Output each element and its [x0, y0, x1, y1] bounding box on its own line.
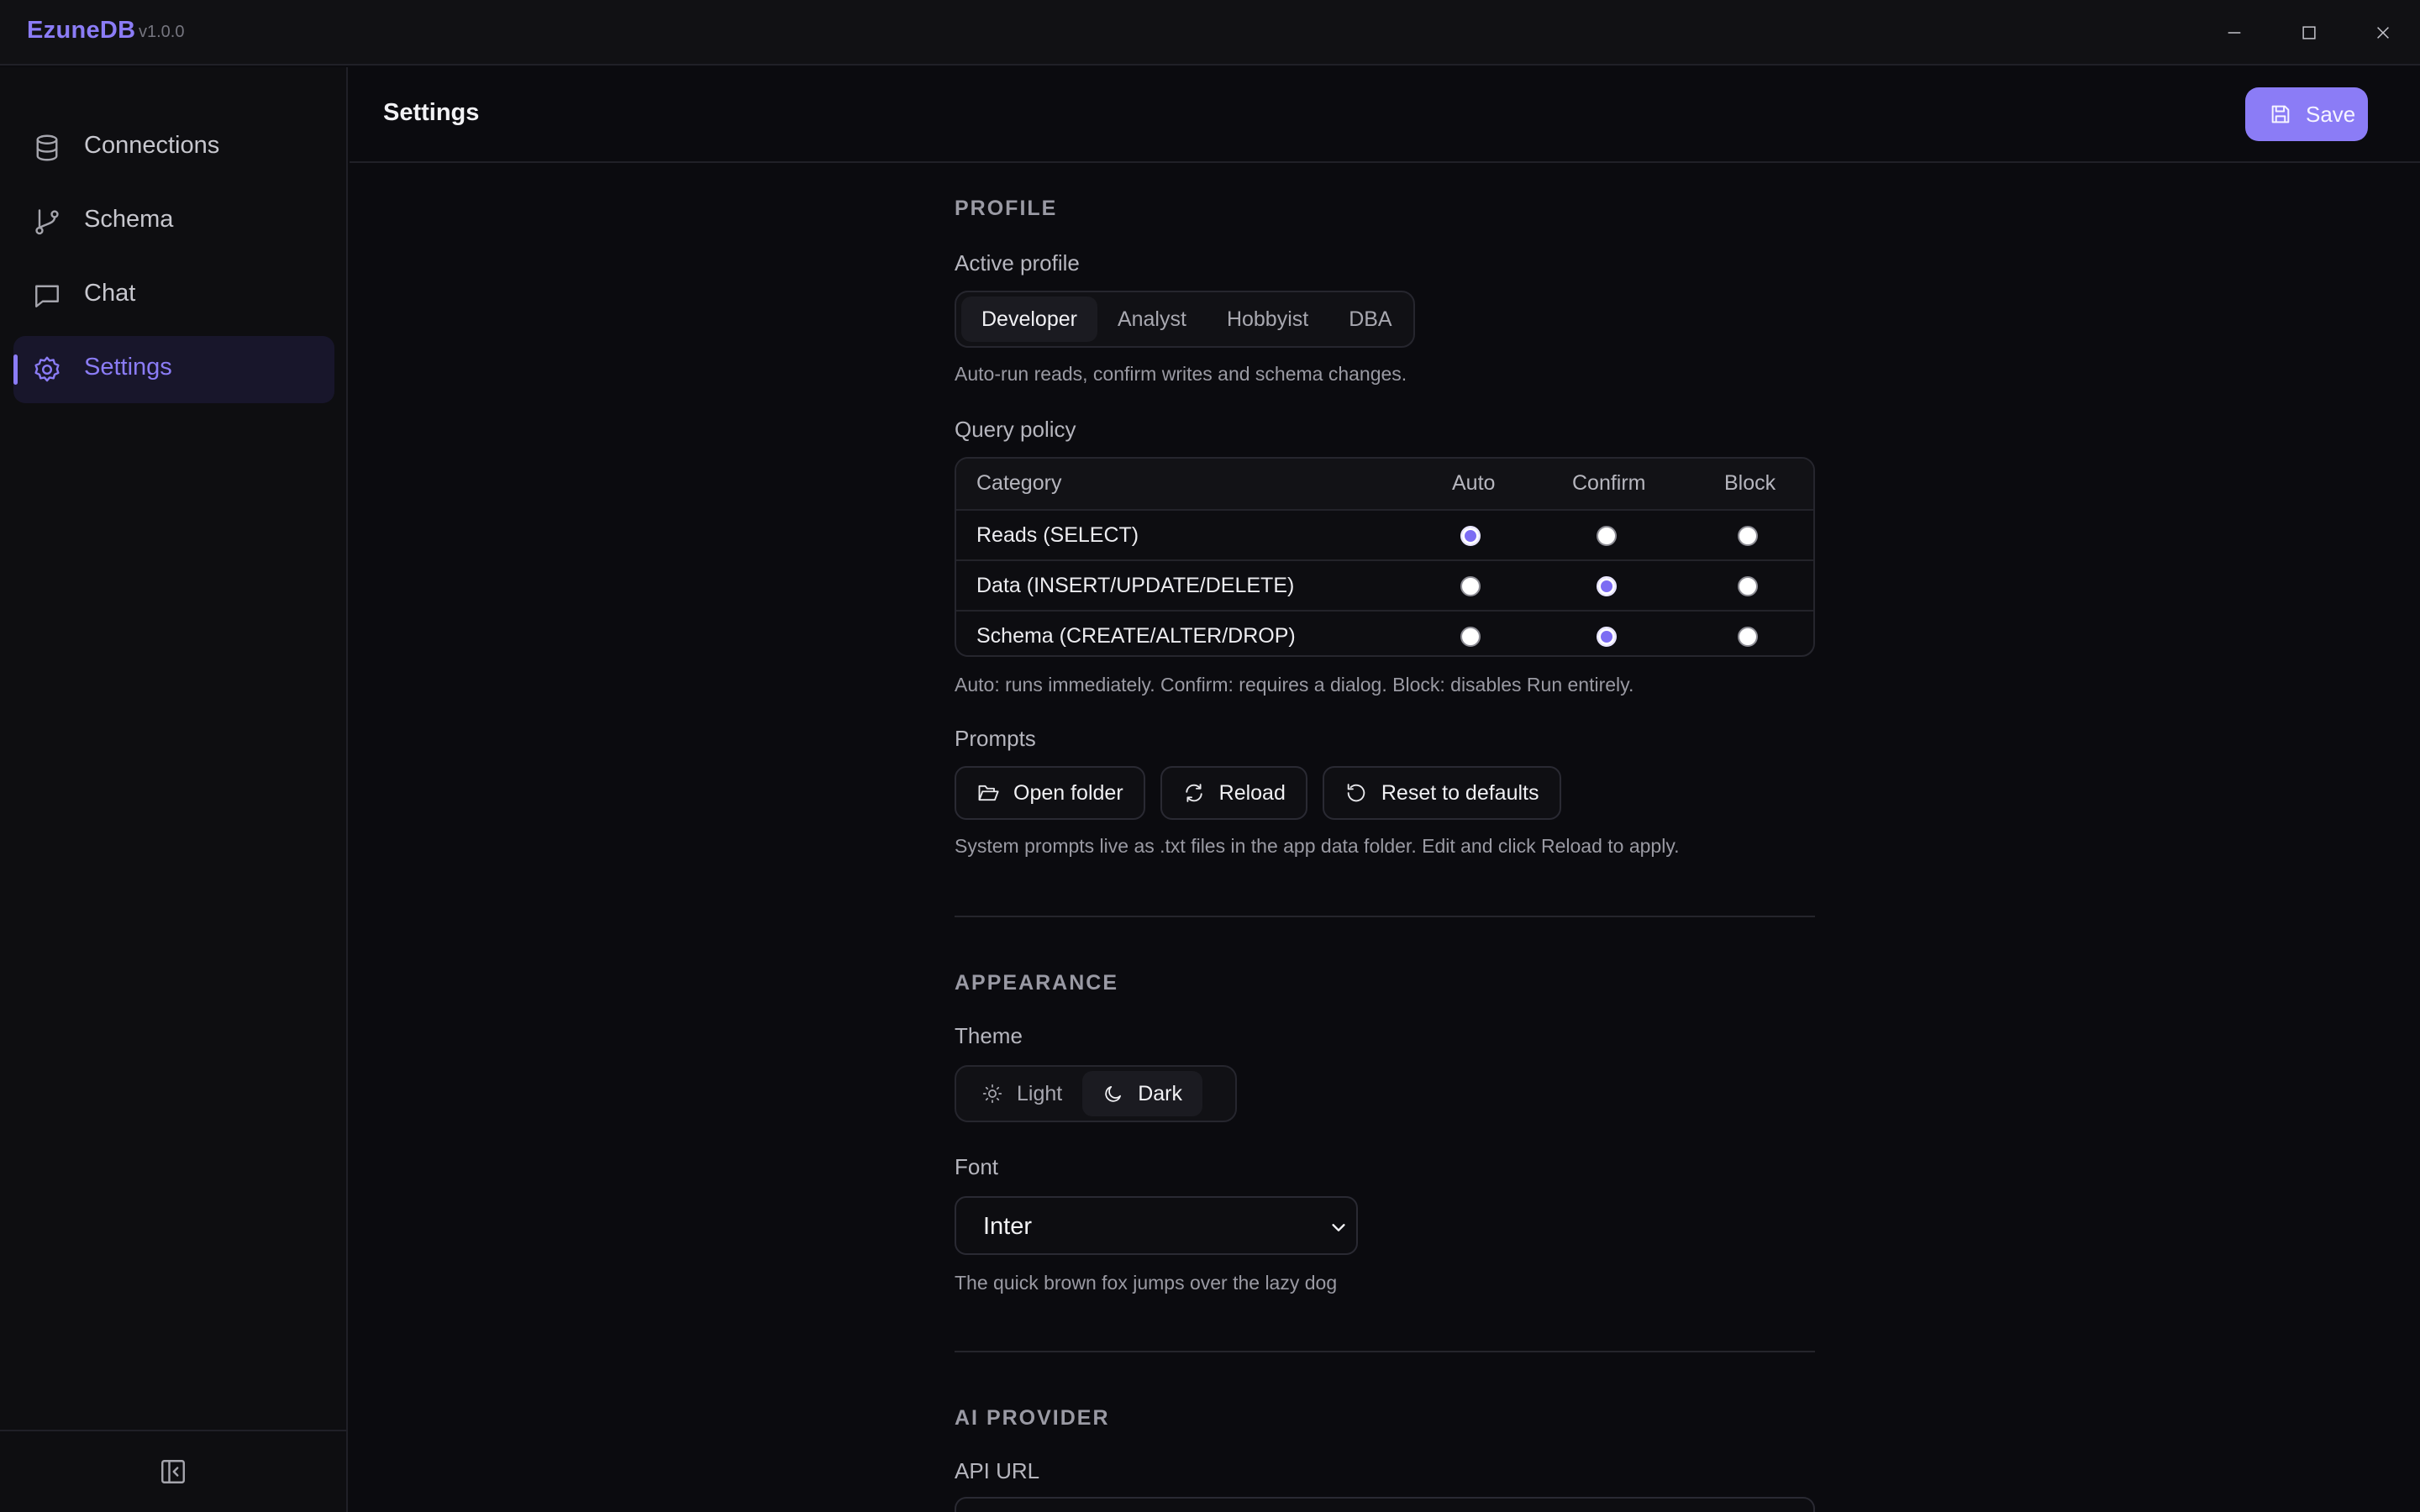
radio-schema-auto[interactable] — [1460, 627, 1481, 647]
sidebar-item-chat[interactable]: Chat — [13, 262, 334, 329]
profile-option-developer[interactable]: Developer — [961, 297, 1097, 342]
table-row: Schema (CREATE/ALTER/DROP) — [956, 610, 1813, 655]
radio-reads-auto[interactable] — [1460, 526, 1481, 546]
message-square-icon — [35, 285, 59, 307]
minimize-icon[interactable] — [2218, 17, 2250, 49]
reload-button[interactable]: Reload — [1160, 766, 1307, 820]
title-bar: EzuneDB v1.0.0 — [0, 0, 2420, 66]
table-row: Data (INSERT/UPDATE/DELETE) — [956, 559, 1813, 610]
active-profile-label: Active profile — [955, 250, 1080, 276]
api-url-input[interactable] — [955, 1497, 1815, 1512]
gear-icon — [34, 356, 60, 382]
theme-option-dark[interactable]: Dark — [1082, 1071, 1203, 1116]
theme-option-light[interactable]: Light — [961, 1071, 1082, 1116]
refresh-icon — [1185, 784, 1202, 802]
profile-help-text: Auto-run reads, confirm writes and schem… — [955, 363, 1407, 385]
panel-left-collapse-icon[interactable] — [158, 1457, 188, 1487]
chevron-down-icon — [1332, 1224, 1345, 1231]
reset-defaults-label: Reset to defaults — [1381, 780, 1539, 805]
sidebar-item-connections[interactable]: Connections — [13, 114, 334, 181]
sidebar-item-settings[interactable]: Settings — [13, 336, 334, 403]
profile-option-analyst[interactable]: Analyst — [1097, 297, 1207, 342]
theme-selector: Light Dark — [955, 1065, 1237, 1122]
section-heading-profile: PROFILE — [955, 197, 1058, 220]
table-header-row: Category Auto Confirm Block — [956, 459, 1813, 509]
prompt-actions: Open folder Reload Reset to defaults — [955, 766, 1561, 820]
policy-category: Schema (CREATE/ALTER/DROP) — [976, 624, 1296, 648]
folder-open-icon — [978, 785, 999, 801]
api-url-label: API URL — [955, 1458, 1040, 1483]
font-preview-text: The quick brown fox jumps over the lazy … — [955, 1272, 1338, 1294]
prompts-help-text: System prompts live as .txt files in the… — [955, 835, 1680, 857]
radio-schema-block[interactable] — [1738, 627, 1758, 647]
radio-schema-confirm[interactable] — [1597, 627, 1617, 647]
query-policy-label: Query policy — [955, 417, 1076, 442]
radio-data-block[interactable] — [1738, 576, 1758, 596]
radio-reads-block[interactable] — [1738, 526, 1758, 546]
moon-icon — [1105, 1086, 1122, 1102]
table-row: Reads (SELECT) — [956, 509, 1813, 559]
prompts-label: Prompts — [955, 726, 1036, 751]
reload-label: Reload — [1218, 780, 1286, 805]
save-button-label: Save — [2306, 101, 2356, 127]
page-title: Settings — [383, 99, 480, 126]
sidebar-item-label: Settings — [84, 354, 172, 381]
save-button[interactable]: Save — [2245, 87, 2368, 141]
section-heading-ai-provider: AI PROVIDER — [955, 1406, 1110, 1430]
git-branch-icon — [35, 209, 59, 235]
profile-option-hobbyist[interactable]: Hobbyist — [1207, 297, 1328, 342]
column-header-block: Block — [1724, 471, 1776, 495]
policy-category: Reads (SELECT) — [976, 523, 1139, 547]
font-label: Font — [955, 1154, 999, 1179]
section-divider — [955, 916, 1815, 917]
column-header-auto: Auto — [1452, 471, 1496, 495]
app-name: EzuneDB — [27, 17, 136, 44]
theme-light-label: Light — [1017, 1081, 1063, 1105]
rotate-ccw-icon — [1347, 784, 1365, 802]
font-select-value: Inter — [983, 1213, 1033, 1240]
profile-selector: Developer Analyst Hobbyist DBA — [955, 291, 1415, 348]
radio-data-auto[interactable] — [1460, 576, 1481, 596]
sidebar-item-label: Chat — [84, 280, 136, 307]
theme-dark-label: Dark — [1138, 1081, 1183, 1105]
radio-reads-confirm[interactable] — [1597, 526, 1617, 546]
sidebar-item-label: Connections — [84, 132, 220, 159]
app-version: v1.0.0 — [139, 23, 185, 41]
sidebar-footer — [0, 1430, 346, 1512]
sidebar: Connections Schema Chat Settings — [0, 67, 348, 1512]
policy-category: Data (INSERT/UPDATE/DELETE) — [976, 574, 1295, 597]
policy-help-text: Auto: runs immediately. Confirm: require… — [955, 674, 1634, 696]
column-header-confirm: Confirm — [1572, 471, 1646, 495]
radio-data-confirm[interactable] — [1597, 576, 1617, 596]
save-icon — [2271, 105, 2290, 123]
maximize-icon[interactable] — [2293, 17, 2325, 49]
database-icon — [36, 134, 58, 161]
open-folder-button[interactable]: Open folder — [955, 766, 1145, 820]
theme-label: Theme — [955, 1023, 1023, 1048]
section-heading-appearance: APPEARANCE — [955, 971, 1119, 995]
font-select[interactable]: Inter — [955, 1196, 1358, 1255]
reset-defaults-button[interactable]: Reset to defaults — [1322, 766, 1561, 820]
sidebar-item-label: Schema — [84, 206, 174, 233]
open-folder-label: Open folder — [1013, 780, 1123, 805]
page-header: Settings Save — [350, 67, 2420, 163]
sidebar-item-schema[interactable]: Schema — [13, 188, 334, 255]
column-header-category: Category — [976, 471, 1062, 495]
profile-option-dba[interactable]: DBA — [1328, 297, 1412, 342]
sun-icon — [982, 1084, 1002, 1104]
close-icon[interactable] — [2367, 17, 2399, 49]
query-policy-table: Category Auto Confirm Block Reads (SELEC… — [955, 457, 1815, 657]
section-divider — [955, 1351, 1815, 1352]
